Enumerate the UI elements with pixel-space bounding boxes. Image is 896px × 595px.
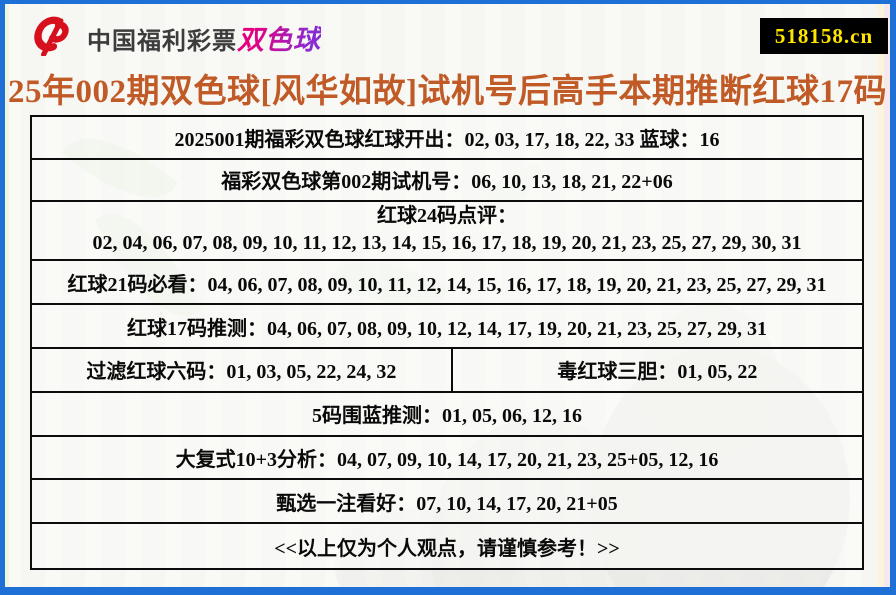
poison-red-three-cell: 毒红球三胆：01, 05, 22 <box>557 361 758 384</box>
header: 中国福利彩票双色球 518158.cn <box>5 4 890 62</box>
brand-text: 中国福利彩票双色球 <box>87 18 321 57</box>
disclaimer-row: <<以上仅为个人观点，请谨慎参考！>> <box>274 537 620 560</box>
prediction-table: 2025001期福彩双色球红球开出：02, 03, 17, 18, 22, 33… <box>30 115 864 570</box>
china-welfare-lottery-logo-icon <box>31 12 77 57</box>
duplex-10plus3-row: 大复式10+3分析：04, 07, 09, 10, 14, 17, 20, 21… <box>32 437 862 481</box>
red-24-comment-label: 红球24码点评： <box>377 205 517 228</box>
open-result-row: 2025001期福彩双色球红球开出：02, 03, 17, 18, 22, 33… <box>32 117 862 160</box>
filter-and-poison-row: 过滤红球六码：01, 03, 05, 22, 24, 32 毒红球三胆：01, … <box>32 348 862 393</box>
red-17-prediction-row: 红球17码推测：04, 06, 07, 08, 09, 10, 12, 14, … <box>32 305 862 349</box>
red-21-must-see-row: 红球21码必看：04, 06, 07, 08, 09, 10, 11, 12, … <box>32 261 862 306</box>
red-24-comment-numbers: 02, 04, 06, 07, 08, 09, 10, 11, 12, 13, … <box>92 232 802 255</box>
brand-suffix-shuangseqiu: 双色球 <box>237 25 321 55</box>
page: 中国福利彩票双色球 518158.cn 25年002期双色球[风华如故]试机号后… <box>0 0 896 595</box>
test-machine-number-row: 福彩双色球第002期试机号：06, 10, 13, 18, 21, 22+06 <box>32 160 862 202</box>
brand-prefix: 中国福利彩票 <box>87 29 237 55</box>
filter-red-six-cell: 过滤红球六码：01, 03, 05, 22, 24, 32 <box>32 348 453 391</box>
site-url-badge: 518158.cn <box>760 18 888 54</box>
page-title: 25年002期双色球[风华如故]试机号后高手本期推断红球17码 <box>8 74 887 110</box>
blue-5-prediction-row: 5码围蓝推测：01, 05, 06, 12, 16 <box>32 393 862 437</box>
red-24-comment-row: 红球24码点评： 02, 04, 06, 07, 08, 09, 10, 11,… <box>32 202 862 262</box>
selected-single-bet-row: 甄选一注看好：07, 10, 14, 17, 20, 21+05 <box>32 480 862 525</box>
